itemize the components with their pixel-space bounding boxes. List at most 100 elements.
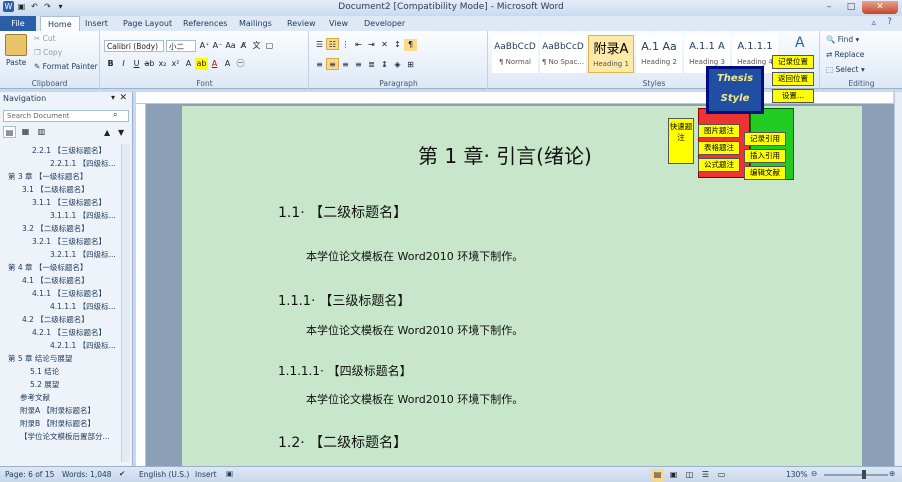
format-painter-button[interactable]: ✎ Format Painter — [34, 62, 98, 71]
nav-next-icon[interactable]: ▼ — [118, 128, 124, 137]
heading-2-b[interactable]: 1.2· 【二级标题名】 — [278, 432, 407, 452]
print-layout-view-icon[interactable]: ▤ — [651, 469, 664, 481]
nav-results-view-icon[interactable]: ▥ — [35, 126, 48, 138]
draft-view-icon[interactable]: ▭ — [715, 469, 728, 481]
figure-caption-button[interactable]: 图片题注 — [698, 124, 740, 138]
copy-button[interactable]: ❐ Copy — [34, 48, 62, 57]
show-marks-icon[interactable]: ¶ — [404, 39, 417, 51]
tab-file[interactable]: File — [0, 16, 36, 31]
insert-reference-button[interactable]: 插入引用 — [744, 149, 786, 163]
change-styles-icon[interactable]: A — [795, 35, 805, 51]
nav-heading-item[interactable]: 参考文献 — [4, 391, 120, 404]
ribbon-minimize-icon[interactable]: ▵ — [871, 18, 876, 28]
tab-developer[interactable]: Developer — [357, 16, 412, 31]
word-count[interactable]: Words: 1,048 — [62, 470, 112, 479]
grow-font-icon[interactable]: A⁺ — [198, 40, 211, 52]
text-effects-icon[interactable]: A — [182, 58, 195, 70]
char-border-icon[interactable]: ▢ — [263, 40, 276, 52]
borders-icon[interactable]: ⊞ — [404, 59, 417, 71]
nav-headings-view-icon[interactable]: ▤ — [3, 126, 16, 138]
nav-heading-item[interactable]: 3.2.1.1 【四级标... — [4, 248, 120, 261]
heading-2-a[interactable]: 1.1· 【二级标题名】 — [278, 202, 407, 222]
record-position-button[interactable]: 记录位置 — [772, 55, 814, 69]
body-paragraph[interactable]: 本学位论文模板在 Word2010 环境下制作。 — [306, 391, 523, 407]
nav-search-input[interactable]: Search Document — [3, 110, 129, 122]
cut-button[interactable]: ✂ Cut — [34, 34, 56, 43]
macro-record-icon[interactable]: ▣ — [226, 469, 233, 478]
formula-caption-button[interactable]: 公式题注 — [698, 158, 740, 172]
zoom-level[interactable]: 130% — [786, 470, 807, 479]
full-screen-view-icon[interactable]: ▣ — [667, 469, 680, 481]
heading-3[interactable]: 1.1.1· 【三级标题名】 — [278, 290, 410, 309]
tab-insert[interactable]: Insert — [78, 16, 115, 31]
return-position-button[interactable]: 返回位置 — [772, 72, 814, 86]
multilevel-list-icon[interactable]: ⋮ — [339, 39, 352, 51]
zoom-in-icon[interactable]: ⊕ — [889, 469, 895, 478]
vertical-scrollbar[interactable] — [894, 92, 902, 466]
edit-bibliography-button[interactable]: 编辑文献 — [744, 166, 786, 180]
font-family-select[interactable]: Calibri (Body) — [104, 40, 164, 52]
nav-heading-item[interactable]: 2.2.1 【三级标题名】 — [4, 144, 120, 157]
shading-icon[interactable]: ◈ — [391, 59, 404, 71]
find-button[interactable]: 🔍 Find ▾ — [826, 35, 859, 44]
style-normal[interactable]: AaBbCcD ¶ Normal — [492, 35, 538, 73]
chinese-layout-icon[interactable]: ✕ — [378, 39, 391, 51]
subscript-icon[interactable]: x₂ — [156, 58, 169, 70]
nav-heading-item[interactable]: 第 4 章 【一级标题名】 — [4, 261, 120, 274]
minimize-icon[interactable]: – — [818, 1, 840, 14]
style-no-spacing[interactable]: AaBbCcD ¶ No Spac... — [540, 35, 586, 73]
nav-scrollbar[interactable] — [121, 144, 130, 462]
zoom-slider-thumb[interactable] — [862, 470, 866, 479]
nav-heading-item[interactable]: 5.1 结论 — [4, 365, 120, 378]
language-indicator[interactable]: English (U.S.) — [139, 470, 189, 479]
line-spacing-icon[interactable]: ↨ — [378, 59, 391, 71]
nav-heading-item[interactable]: 3.2 【二级标题名】 — [4, 222, 120, 235]
font-size-select[interactable]: 小二 — [166, 40, 196, 52]
superscript-icon[interactable]: x² — [169, 58, 182, 70]
nav-heading-item[interactable]: 3.1 【二级标题名】 — [4, 183, 120, 196]
nav-heading-item[interactable]: 4.2 【二级标题名】 — [4, 313, 120, 326]
numbering-icon[interactable]: ☷ — [326, 38, 339, 50]
help-icon[interactable]: ? — [887, 17, 892, 27]
nav-heading-item[interactable]: 第 3 章 【一级标题名】 — [4, 170, 120, 183]
tab-page-layout[interactable]: Page Layout — [116, 16, 179, 31]
phonetic-guide-icon[interactable]: 文 — [250, 40, 263, 52]
maximize-icon[interactable]: □ — [840, 1, 862, 14]
nav-heading-item[interactable]: 4.1.1.1 【四级标... — [4, 300, 120, 313]
settings-button[interactable]: 设置... — [772, 89, 814, 103]
nav-heading-item[interactable]: 5.2 展望 — [4, 378, 120, 391]
zoom-out-icon[interactable]: ⊖ — [811, 469, 817, 478]
nav-heading-item[interactable]: 第 5 章 结论与展望 — [4, 352, 120, 365]
body-paragraph[interactable]: 本学位论文模板在 Word2010 环境下制作。 — [306, 248, 523, 264]
nav-heading-item[interactable]: 4.2.1 【三级标题名】 — [4, 326, 120, 339]
strikethrough-icon[interactable]: a̶b — [143, 58, 156, 70]
web-layout-view-icon[interactable]: ◫ — [683, 469, 696, 481]
paste-icon[interactable] — [5, 34, 27, 56]
enclose-char-icon[interactable]: ㊀ — [234, 58, 247, 70]
tab-home[interactable]: Home — [40, 16, 80, 31]
char-shading-icon[interactable]: A — [221, 58, 234, 70]
font-color-icon[interactable]: A — [208, 58, 221, 70]
bullets-icon[interactable]: ☰ — [313, 39, 326, 51]
chapter-heading[interactable]: 第 1 章· 引言(绪论) — [418, 140, 592, 169]
align-left-icon[interactable]: ≡ — [313, 59, 326, 71]
select-button[interactable]: ⬚ Select ▾ — [826, 65, 865, 74]
italic-icon[interactable]: I — [117, 58, 130, 70]
change-case-icon[interactable]: Aa — [224, 40, 237, 52]
shrink-font-icon[interactable]: A⁻ — [211, 40, 224, 52]
underline-icon[interactable]: U — [130, 58, 143, 70]
nav-heading-item[interactable]: 【学位论文模板后置部分... — [4, 430, 120, 443]
record-reference-button[interactable]: 记录引用 — [744, 132, 786, 146]
nav-heading-item[interactable]: 3.1.1 【三级标题名】 — [4, 196, 120, 209]
tab-references[interactable]: References — [176, 16, 234, 31]
nav-heading-item[interactable]: 附录A 【附录标题名】 — [4, 404, 120, 417]
tab-review[interactable]: Review — [280, 16, 323, 31]
body-paragraph[interactable]: 本学位论文模板在 Word2010 环境下制作。 — [306, 322, 523, 338]
nav-heading-item[interactable]: 2.2.1.1 【四级标... — [4, 157, 120, 170]
insert-mode[interactable]: Insert — [195, 470, 217, 479]
decrease-indent-icon[interactable]: ⇤ — [352, 39, 365, 51]
align-center-icon[interactable]: ≡ — [326, 58, 339, 70]
table-caption-button[interactable]: 表格题注 — [698, 141, 740, 155]
nav-heading-item[interactable]: 3.1.1.1 【四级标... — [4, 209, 120, 222]
justify-icon[interactable]: ≡ — [352, 59, 365, 71]
